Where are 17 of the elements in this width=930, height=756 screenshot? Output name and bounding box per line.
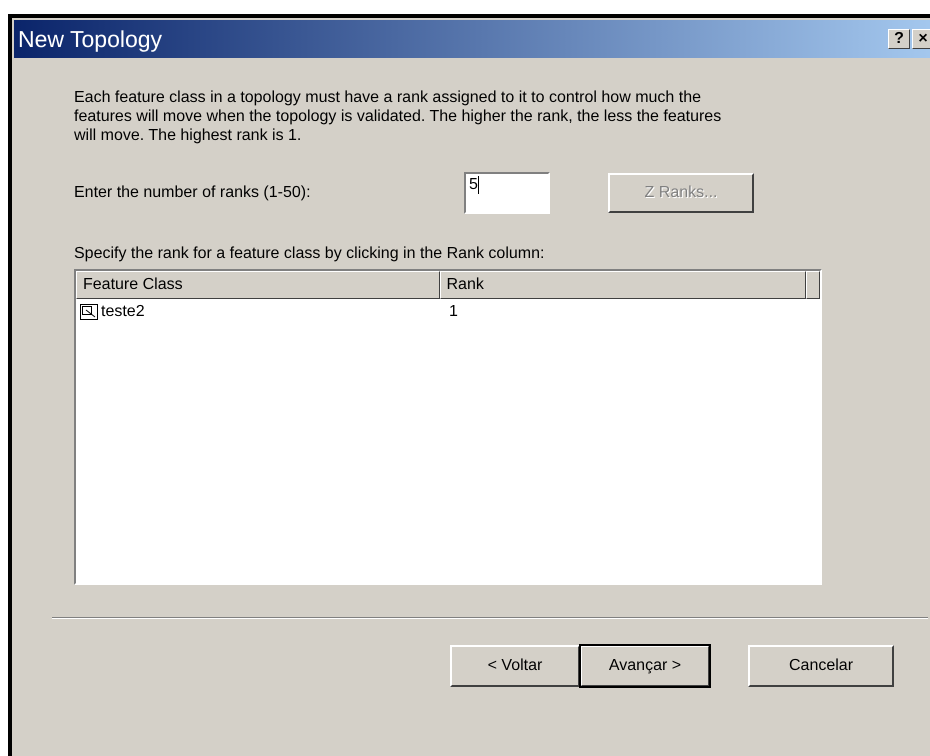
table-cell-text: 1 — [448, 303, 459, 321]
back-button[interactable]: < Voltar — [450, 645, 580, 687]
column-header[interactable]: Rank — [440, 271, 806, 299]
ranks-input-field[interactable]: 5 — [464, 172, 550, 214]
feature-class-icon — [80, 304, 98, 320]
feature-class-list[interactable]: Feature Class Rank teste2 1 — [74, 269, 822, 585]
table-cell: teste2 — [76, 303, 441, 321]
list-label: Specify the rank for a feature class by clicking in the Rank column: — [74, 245, 546, 263]
help-button[interactable]: ? — [888, 29, 910, 49]
column-header[interactable]: Feature Class — [76, 271, 440, 299]
ranks-label: Enter the number of ranks (1-50): — [74, 184, 312, 202]
window-title: New Topology — [18, 26, 164, 52]
next-button[interactable]: Avançar > — [580, 645, 710, 687]
close-button[interactable]: × — [912, 29, 930, 49]
description-text: Each feature class in a topology must have a rank assigned to it to control how much the features will move when the topology is validated. The higher the rank, the less the features will move. The highest rank is 1. — [74, 88, 722, 145]
cancel-button[interactable]: Cancelar — [748, 645, 894, 687]
column-header[interactable] — [806, 271, 820, 299]
